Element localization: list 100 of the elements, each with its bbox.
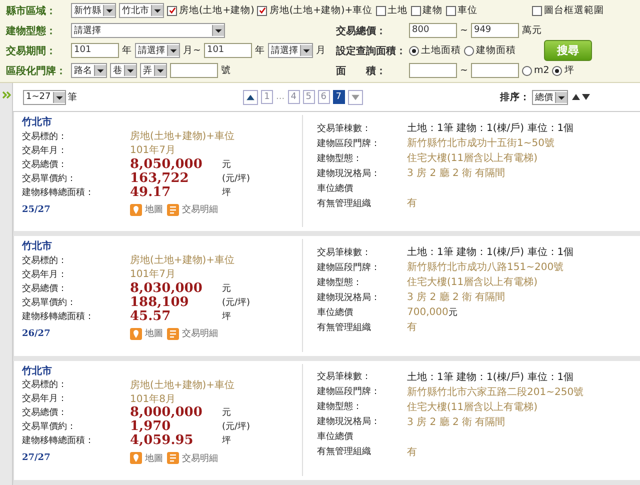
unit: 坪 (222, 310, 231, 323)
caret-icon (151, 5, 163, 16)
field-label: 交易年月： (22, 392, 68, 406)
select-field[interactable]: 總價 (532, 90, 568, 104)
field-value: 住宅大樓(11層含以上有電梯) (407, 276, 538, 290)
caret-icon (94, 65, 106, 76)
input-field[interactable]: 101 (71, 43, 119, 58)
radio-button[interactable] (464, 46, 474, 56)
field-value: 4,059.95 (130, 433, 194, 448)
field-label: 車位總價 (317, 182, 354, 194)
label: 月~ (183, 44, 201, 57)
field-label: 有無管理組織 (317, 198, 372, 210)
label: 年 (122, 44, 132, 57)
city-name: 竹北市 (22, 239, 53, 254)
city-name: 竹北市 (22, 364, 53, 378)
field-value: 101年7月 (130, 144, 176, 157)
field-value: 房地(土地+建物)+車位 (130, 130, 236, 143)
field-value: 土地：1筆 建物：1(棟/戶) 車位：1個 (407, 370, 574, 384)
caret-icon (124, 65, 136, 76)
field-label: 建物移轉總面積： (22, 186, 95, 198)
field-label: 交易筆棟數： (317, 246, 372, 259)
caret-icon (52, 92, 65, 102)
field-value: 700,000 (407, 306, 448, 318)
unit: 元 (222, 158, 231, 170)
input-field[interactable]: 949 (470, 23, 519, 38)
record-index: 26/27 (22, 328, 52, 339)
field-value: 3 房 2 廳 2 衛 有隔間 (407, 290, 506, 304)
previous-page-icon[interactable] (243, 90, 258, 104)
field-label: 有無管理組織 (317, 322, 372, 334)
radio-button[interactable] (409, 46, 419, 56)
field-value: 8,050,000 (130, 156, 204, 172)
detail-link[interactable]: 交易明細 (167, 452, 218, 465)
checkbox[interactable] (410, 6, 421, 16)
field-label: 建物型態： (317, 152, 363, 164)
radio-button[interactable] (522, 66, 532, 76)
detail-link[interactable]: 交易明細 (167, 203, 218, 216)
radio-button[interactable] (552, 66, 562, 76)
field-label: 交易年月： (22, 268, 68, 281)
select-field[interactable]: 竹北市 (119, 3, 164, 18)
select-field[interactable]: 請選擇 (268, 43, 313, 58)
field-value: 房地(土地+建物)+車位 (130, 378, 236, 392)
input-field[interactable]: 101 (204, 43, 252, 58)
sort-down-icon[interactable] (582, 93, 590, 101)
field-value: 8,000,000 (130, 405, 204, 420)
field-label: 有無管理組織 (317, 446, 372, 458)
field-label: 建物移轉總面積： (22, 434, 95, 448)
input-field[interactable] (170, 63, 218, 78)
field-value: 163,722 (130, 170, 190, 186)
field-label: 交易期間： (6, 44, 57, 58)
checkbox[interactable] (532, 6, 542, 16)
checkbox[interactable] (167, 6, 177, 16)
caret-icon (154, 65, 166, 76)
unit: (元/坪) (222, 172, 250, 184)
select-field[interactable]: 請選擇 (135, 43, 180, 58)
map-link[interactable]: 地圖 (130, 203, 163, 216)
expand-handle-icon[interactable] (2, 91, 10, 99)
map-link[interactable]: 地圖 (130, 327, 163, 340)
select-field[interactable]: 1~27 (23, 90, 66, 104)
sort-up-icon[interactable] (572, 93, 580, 101)
field-label: 車位總價 (317, 430, 354, 444)
field-value: 土地：1筆 建物：1(棟/戶) 車位：1個 (407, 122, 574, 135)
field-value: 3 房 2 廳 2 衛 有隔間 (407, 416, 506, 429)
label: ~ (460, 65, 468, 76)
map-pin-icon (130, 452, 142, 464)
unit: 坪 (222, 186, 231, 198)
field-label: 區段化門牌： (6, 64, 67, 78)
checkbox[interactable] (376, 6, 386, 16)
unit: 元 (222, 407, 231, 420)
map-link[interactable]: 地圖 (130, 452, 163, 465)
document-icon (167, 452, 179, 464)
caret-icon (300, 45, 312, 56)
select-field[interactable]: 新竹縣 (71, 3, 116, 18)
select-field[interactable]: 路名 (71, 63, 107, 78)
record-index: 25/27 (22, 204, 52, 214)
select-field[interactable]: 請選擇 (71, 23, 225, 38)
field-label: 交易單價約： (22, 172, 77, 184)
label: ~ (460, 25, 468, 36)
detail-link[interactable]: 交易明細 (167, 327, 218, 340)
input-field[interactable]: 800 (409, 23, 457, 38)
field-label: 交易標的： (22, 254, 68, 267)
field-label: 縣市區域： (6, 4, 57, 18)
map-pin-icon (130, 328, 142, 340)
select-field[interactable]: 弄 (140, 63, 167, 78)
input-field[interactable] (409, 63, 457, 78)
field-value: 住宅大樓(11層含以上有電梯) (407, 152, 538, 165)
checkbox-label: 房地(土地+建物)+車位 (269, 4, 373, 17)
field-label: 交易總價： (22, 406, 68, 420)
checkbox[interactable] (257, 6, 268, 16)
field-label: 交易筆棟數： (317, 370, 372, 384)
unit: (元/坪) (222, 296, 250, 309)
next-page-icon[interactable] (348, 90, 363, 104)
label: 號 (221, 64, 231, 77)
checkbox-label: 圖台框選範圍 (544, 4, 604, 17)
field-label: 交易年月： (22, 144, 68, 156)
field-value: 房地(土地+建物)+車位 (130, 254, 236, 268)
city-name: 竹北市 (22, 115, 53, 129)
page-link[interactable]: 7 (332, 90, 345, 104)
select-field[interactable]: 巷 (110, 63, 137, 78)
checkbox[interactable] (446, 6, 456, 16)
input-field[interactable] (470, 63, 519, 78)
